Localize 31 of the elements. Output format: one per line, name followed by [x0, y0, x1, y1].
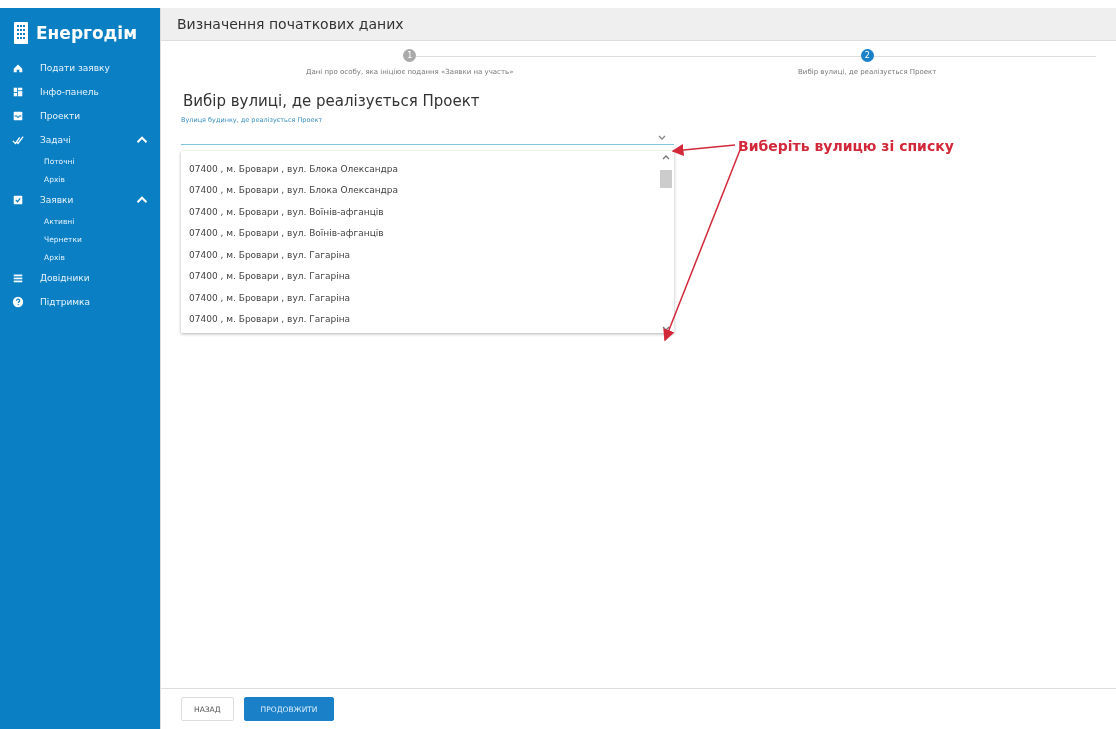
list-icon	[12, 272, 24, 284]
scroll-thumb[interactable]	[660, 170, 672, 188]
sidebar-group[interactable]: Заявки	[0, 188, 160, 212]
step-number[interactable]: 1	[403, 49, 417, 62]
home-icon	[12, 62, 24, 74]
sidebar-group[interactable]: Задачі	[0, 128, 160, 152]
street-option[interactable]: 07400 , м. Бровари , вул. Воїнів-афганців	[181, 201, 658, 223]
clipboard-icon	[12, 194, 24, 206]
sidebar-item[interactable]: Подати заявку	[0, 56, 160, 80]
sidebar-item[interactable]: Підтримка	[0, 290, 160, 314]
check-icon	[12, 134, 24, 146]
annotation-text: Виберіть вулицю зі списку	[738, 138, 954, 154]
sidebar-item[interactable]: Інфо-панель	[0, 80, 160, 104]
street-option[interactable]: 07400 , м. Бровари , вул. Гагаріна	[181, 244, 658, 266]
section-title: Вибір вулиці, де реалізується Проект	[183, 92, 481, 110]
street-option[interactable]: 07400 , м. Бровари , вул. Гагаріна	[181, 265, 658, 287]
inbox-icon	[12, 110, 24, 122]
street-option[interactable]: 07400 , м. Бровари , вул. Блока Олександра	[181, 179, 658, 201]
street-option[interactable]: 07400 , м. Бровари , вул. Блока Олександра	[181, 158, 658, 180]
street-option[interactable]: 07400 , м. Бровари , вул. Гагаріна	[181, 308, 658, 330]
help-icon	[12, 296, 24, 308]
scroll-up-icon	[662, 155, 670, 160]
street-option[interactable]: 07400 , м. Бровари , вул. Гагаріна	[181, 287, 658, 309]
dashboard-icon	[12, 86, 24, 98]
step-number[interactable]: 2	[860, 49, 874, 62]
page-title: Визначення початкових даних	[161, 8, 1116, 41]
app-logo-text: Енергодім	[36, 23, 138, 43]
sidebar-item[interactable]: Довідники	[0, 266, 160, 290]
sidebar-item[interactable]: Проекти	[0, 104, 160, 128]
street-option[interactable]: 07400 , м. Бровари , вул. Воїнів-афганців	[181, 222, 658, 244]
building-icon	[14, 22, 28, 44]
